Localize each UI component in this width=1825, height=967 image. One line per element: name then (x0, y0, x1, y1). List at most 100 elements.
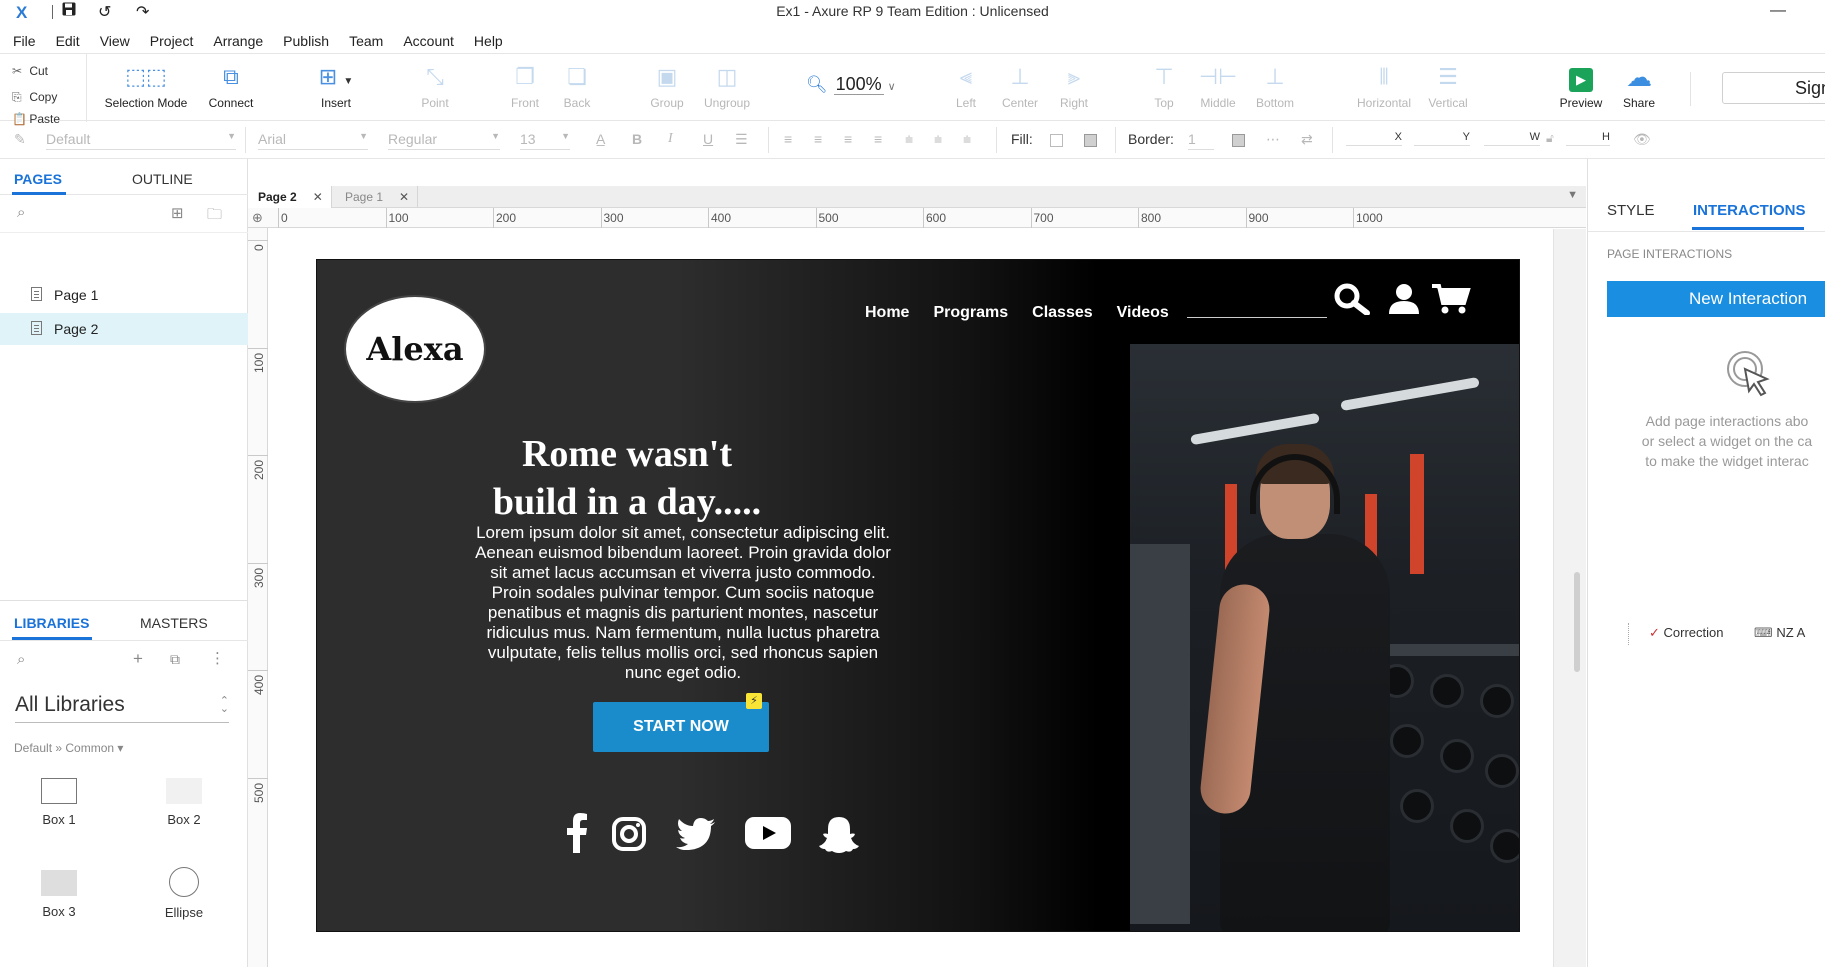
search-icon[interactable] (1333, 283, 1371, 320)
zoom-value[interactable]: 100% (833, 74, 884, 95)
font-weight-select[interactable]: Regular ▼ (388, 131, 500, 150)
border-pattern-icon[interactable]: ⋯ (1266, 131, 1280, 148)
website-mockup[interactable]: Alexa Home Programs Classes Videos Rome … (316, 259, 1520, 932)
start-now-button[interactable]: START NOW (593, 702, 769, 752)
library-more-icon[interactable]: ⋮ (210, 649, 225, 667)
menu-team[interactable]: Team (336, 29, 390, 51)
page-item-1[interactable]: Page 1 (0, 279, 248, 311)
fill-color-swatch[interactable] (1050, 131, 1063, 147)
font-size-select[interactable]: 13 ▼ (520, 131, 570, 150)
menu-edit[interactable]: Edit (43, 29, 87, 51)
distribute-vertical-button[interactable]: ☰ Vertical (1413, 62, 1483, 110)
align-right-button[interactable]: ⫸ Right (1039, 62, 1109, 110)
zoom-control[interactable]: 🔍︎ 100% ∨ (806, 74, 896, 95)
y-input[interactable]: Y (1414, 131, 1470, 146)
valign-top-icon[interactable]: ⩧ (905, 131, 913, 148)
visibility-eye-icon[interactable]: 👁︎ (1633, 131, 1651, 148)
tab-pages[interactable]: PAGES (14, 171, 62, 187)
border-width-input[interactable]: 1 (1188, 131, 1214, 150)
tab-style[interactable]: STYLE (1607, 202, 1655, 219)
menu-publish[interactable]: Publish (270, 29, 336, 51)
menu-project[interactable]: Project (137, 29, 201, 51)
align-text-center-icon[interactable]: ≡ (814, 131, 822, 147)
correction-item[interactable]: ✓ Correction (1649, 625, 1724, 641)
library-path[interactable]: Default » Common ▾ (14, 741, 123, 755)
point-button[interactable]: ⤡ Point (400, 62, 470, 110)
cart-icon[interactable] (1431, 283, 1471, 320)
hero-body-text[interactable]: Lorem ipsum dolor sit amet, consectetur … (472, 523, 894, 683)
align-text-left-icon[interactable]: ≡ (784, 131, 792, 147)
gym-photo-image[interactable] (1130, 344, 1519, 931)
add-page-icon[interactable]: ⊞ (171, 204, 184, 222)
new-interaction-button[interactable]: New Interaction (1607, 281, 1825, 317)
widget-box-2[interactable]: Box 2 (139, 778, 229, 827)
doc-tab-page-2[interactable]: Page 2 ✕ (248, 186, 332, 208)
tab-libraries[interactable]: LIBRARIES (14, 615, 89, 631)
valign-bottom-icon[interactable]: ⩧ (963, 131, 971, 148)
widget-ellipse[interactable]: Ellipse (139, 867, 229, 920)
share-button[interactable]: ☁ Share (1604, 62, 1674, 110)
close-tab-icon[interactable]: ✕ (313, 190, 323, 204)
sign-in-button[interactable]: Sign (1722, 72, 1825, 104)
alexa-logo[interactable]: Alexa (344, 295, 486, 403)
youtube-icon[interactable] (745, 817, 791, 854)
page-item-2[interactable]: Page 2 (0, 313, 248, 345)
interaction-bolt-icon[interactable]: ⚡ (746, 693, 762, 709)
tab-outline[interactable]: OUTLINE (132, 171, 193, 187)
add-library-icon[interactable]: + (133, 649, 143, 669)
user-icon[interactable] (1387, 283, 1421, 320)
fill-image-swatch[interactable] (1084, 131, 1097, 147)
library-pages-icon[interactable]: ⧉ (170, 651, 180, 668)
border-color-swatch[interactable] (1232, 131, 1245, 147)
snapchat-icon[interactable] (818, 816, 860, 859)
canvas-scrollbar[interactable] (1553, 229, 1586, 967)
back-button[interactable]: ❏ Back (542, 62, 612, 110)
copy-button[interactable]: ⎘ Copy (12, 90, 57, 105)
tab-interactions[interactable]: INTERACTIONS (1693, 202, 1806, 219)
align-bottom-button[interactable]: ⊥ Bottom (1240, 62, 1310, 110)
h-input[interactable]: H (1566, 131, 1610, 146)
hero-title[interactable]: Rome wasn't build in a day..... (477, 430, 777, 526)
underline-icon[interactable]: U (703, 131, 713, 147)
nav-programs[interactable]: Programs (933, 304, 1008, 322)
widget-box-3[interactable]: Box 3 (14, 870, 104, 919)
distribute-horizontal-button[interactable]: ⫴ Horizontal (1347, 62, 1421, 110)
add-folder-icon[interactable]: 🗀︎ (207, 204, 222, 229)
widget-box-1[interactable]: Box 1 (14, 778, 104, 827)
doc-tab-page-1[interactable]: Page 1 ✕ (335, 186, 419, 208)
bold-icon[interactable]: B (632, 131, 642, 147)
close-tab-icon[interactable]: ✕ (399, 190, 409, 204)
nav-classes[interactable]: Classes (1032, 304, 1093, 322)
menu-account[interactable]: Account (390, 29, 461, 51)
x-input[interactable]: X (1346, 131, 1402, 146)
tab-masters[interactable]: MASTERS (140, 615, 208, 631)
library-search-icon[interactable]: ⌕ (17, 651, 25, 668)
lock-aspect-icon[interactable]: 🔓︎ (1546, 131, 1554, 146)
connect-button[interactable]: ⧉ Connect (196, 62, 266, 110)
insert-button[interactable]: ⊞ ▼ Insert (301, 62, 371, 110)
twitter-icon[interactable] (676, 818, 716, 855)
menu-file[interactable]: File (0, 29, 43, 51)
nav-videos[interactable]: Videos (1117, 304, 1169, 322)
nav-home[interactable]: Home (865, 304, 909, 322)
library-select[interactable]: All Libraries ⌃ ⌄ (15, 693, 229, 723)
minimize-button[interactable]: — (1770, 2, 1786, 20)
scrollbar-thumb[interactable] (1574, 572, 1580, 672)
text-color-icon[interactable]: A̲ (596, 131, 605, 147)
align-text-right-icon[interactable]: ≡ (844, 131, 852, 147)
arrow-style-icon[interactable]: ⇄ (1301, 131, 1313, 148)
w-input[interactable]: W (1484, 131, 1540, 146)
menu-help[interactable]: Help (461, 29, 510, 51)
style-select[interactable]: Default ▼ (46, 131, 236, 150)
italic-icon[interactable]: I (668, 131, 673, 147)
selection-mode-button[interactable]: ⬚⬚ Selection Mode (104, 62, 188, 110)
menu-arrange[interactable]: Arrange (200, 29, 270, 51)
ungroup-button[interactable]: ◫ Ungroup (692, 62, 762, 110)
valign-middle-icon[interactable]: ⩧ (934, 131, 942, 148)
tabs-dropdown-icon[interactable]: ▼ (1567, 189, 1578, 201)
search-underline[interactable] (1187, 317, 1327, 318)
cut-button[interactable]: ✂ Cut (12, 64, 48, 78)
menu-view[interactable]: View (87, 29, 137, 51)
search-icon[interactable]: ⌕ (17, 204, 25, 221)
facebook-icon[interactable] (562, 813, 592, 858)
